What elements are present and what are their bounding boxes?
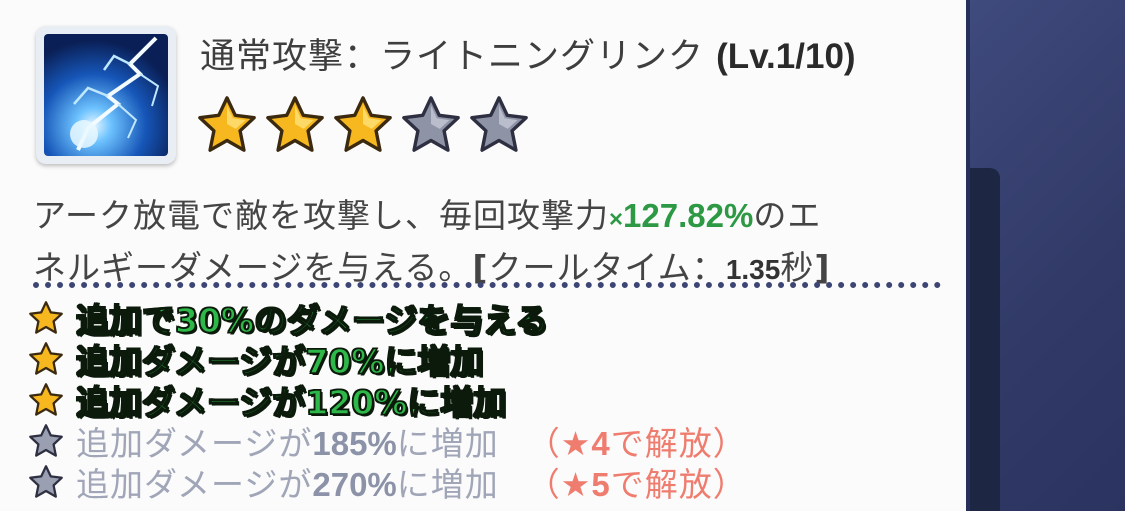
skill-star-rating bbox=[196, 94, 530, 156]
effect-percent: 185% bbox=[312, 424, 397, 462]
effect-text: 追加ダメージが270%に増加 （★5で解放） bbox=[76, 458, 747, 506]
skill-level: (Lv.1/10) bbox=[716, 37, 856, 76]
effect-text-post: に増加 bbox=[396, 464, 499, 504]
star-empty-icon bbox=[29, 464, 63, 498]
star-filled-icon bbox=[334, 96, 392, 152]
lightning-link-skill-icon bbox=[36, 26, 176, 164]
star-filled-icon bbox=[29, 300, 63, 334]
star-effect-item: 追加ダメージが70%に増加 bbox=[28, 338, 747, 381]
star-effect-item: 追加で30%のダメージを与える bbox=[28, 297, 747, 340]
star-effect-item-locked: 追加ダメージが270%に増加 （★5で解放） bbox=[28, 461, 747, 504]
star-empty-icon bbox=[470, 96, 528, 152]
skill-title: 通常攻撃：ライトニングリンク (Lv.1/10) bbox=[200, 28, 856, 79]
unlock-star-count: 5 bbox=[591, 465, 611, 503]
skill-description: アーク放電で敵を攻撃し、毎回攻撃力×127.82%のエ ネルギーダメージを与える… bbox=[33, 192, 933, 294]
skill-name: 通常攻撃：ライトニングリンク bbox=[200, 37, 705, 77]
multiplier-sign: × bbox=[609, 206, 624, 233]
star-effects-list: 追加で30%のダメージを与える 追加ダメージが70%に増加 追加ダメージが120… bbox=[28, 297, 747, 504]
star-filled-icon bbox=[198, 96, 256, 152]
star-filled-icon bbox=[266, 96, 324, 152]
cooldown-value: 1.35 bbox=[725, 254, 781, 285]
description-text: のエ bbox=[753, 196, 822, 235]
star-effect-item-locked: 追加ダメージが185%に増加 （★4で解放） bbox=[28, 420, 747, 463]
attack-multiplier: 127.82% bbox=[623, 197, 754, 234]
unlock-close: で解放） bbox=[610, 464, 747, 504]
unlock-star-count: 4 bbox=[591, 424, 611, 462]
effect-text-pre: 追加ダメージが bbox=[76, 464, 313, 504]
unlock-requirement: （★5で解放） bbox=[527, 465, 747, 504]
unlock-open: （★ bbox=[526, 464, 592, 504]
skill-detail-panel: 通常攻撃：ライトニングリンク (Lv.1/10) アーク放電で敵を攻撃し、毎回攻… bbox=[0, 0, 970, 511]
description-text: アーク放電で敵を攻撃し、毎回攻撃力 bbox=[33, 196, 610, 235]
dotted-divider bbox=[33, 282, 941, 288]
star-empty-icon bbox=[402, 96, 460, 152]
star-effect-item: 追加ダメージが120%に増加 bbox=[28, 379, 747, 422]
star-filled-icon bbox=[29, 382, 63, 416]
star-filled-icon bbox=[29, 341, 63, 375]
star-empty-icon bbox=[29, 423, 63, 457]
effect-percent: 270% bbox=[312, 465, 397, 503]
